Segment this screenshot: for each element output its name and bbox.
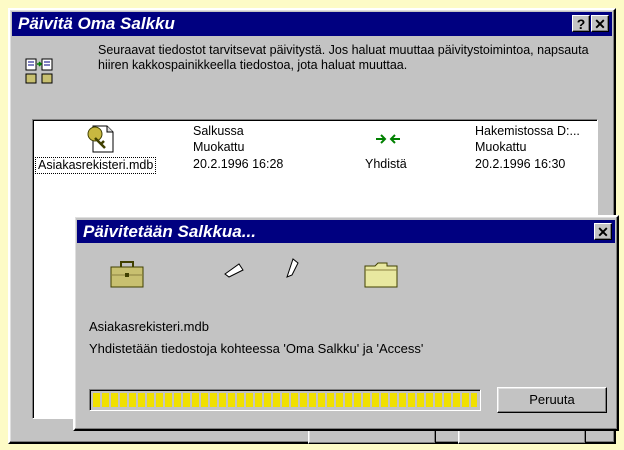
flying-document-icon (224, 263, 244, 278)
left-date: 20.2.1996 16:28 (193, 157, 284, 171)
right-location: Hakemistossa D:... (475, 124, 580, 138)
main-close-button[interactable]: ✕ (591, 15, 609, 32)
file-name-label[interactable]: Asiakasrekisteri.mdb (35, 157, 157, 174)
peruuta-button-label: Peruuta (529, 392, 575, 407)
help-button[interactable]: ? (572, 15, 590, 32)
merge-action-label[interactable]: Yhdistä (365, 157, 407, 172)
access-database-icon (87, 125, 114, 153)
progress-dialog: Päivitetään Salkkua... ✕ Asiakasrekister… (73, 215, 619, 431)
briefcase-update-icon (25, 58, 53, 84)
progress-status-text: Yhdistetään tiedostoja kohteessa 'Oma Sa… (89, 341, 424, 356)
intro-text: Seuraavat tiedostot tarvitsevat päivitys… (98, 43, 589, 72)
progress-filename: Asiakasrekisteri.mdb (89, 319, 209, 334)
right-date: 20.2.1996 16:30 (475, 157, 566, 171)
progress-dialog-title: Päivitetään Salkkua... (83, 222, 256, 241)
folder-icon (364, 262, 398, 288)
right-status: Muokattu (475, 140, 527, 154)
left-location: Salkussa (193, 124, 244, 138)
progress-close-button[interactable]: ✕ (594, 223, 612, 240)
main-window-title: Päivitä Oma Salkku (18, 14, 175, 33)
progress-bar (89, 389, 481, 411)
left-status: Muokattu (193, 140, 245, 154)
main-title-bar[interactable]: Päivitä Oma Salkku ? ✕ (12, 12, 612, 36)
progress-bar-fill (93, 393, 477, 407)
file-name: Asiakasrekisteri.mdb (38, 158, 154, 172)
merge-arrows-icon[interactable] (375, 134, 401, 144)
flying-document-icon (286, 258, 299, 278)
peruuta-button[interactable]: Peruuta (497, 387, 607, 413)
progress-title-bar[interactable]: Päivitetään Salkkua... ✕ (77, 220, 615, 243)
briefcase-icon (110, 261, 144, 288)
